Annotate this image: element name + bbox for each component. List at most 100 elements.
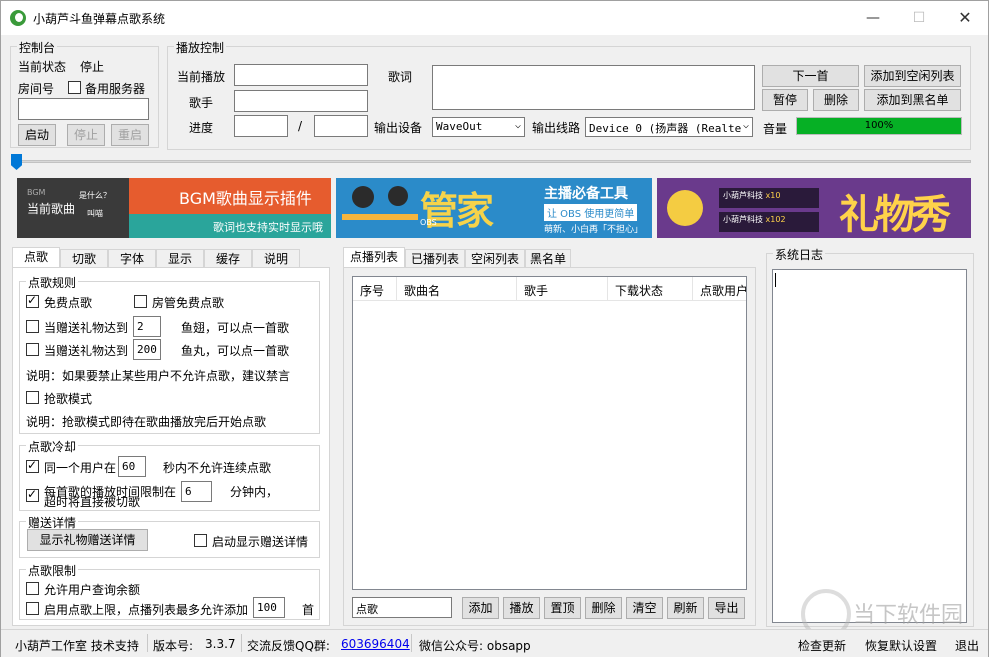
time-limit-input[interactable]: 6 <box>181 481 212 502</box>
tab-request-list[interactable]: 点播列表 <box>343 247 405 269</box>
lyrics-box[interactable] <box>432 65 755 110</box>
grab-mode-label: 抢歌模式 <box>44 392 93 406</box>
show-gift-detail-button[interactable]: 显示礼物赠送详情 <box>27 529 148 551</box>
output-device-select[interactable]: WaveOut ⌵ <box>432 117 525 137</box>
banner-obs-butler[interactable]: 管家 OBS 主播必备工具 让 OBS 使用更简单 萌新、小白再「不担心」 <box>336 178 652 238</box>
progress-current-field[interactable] <box>234 115 288 137</box>
admin-free-label: 房管免费点歌 <box>152 296 225 310</box>
request-cap-label: 启用点歌上限，点播列表最多允许添加 <box>44 603 249 617</box>
tab-request[interactable]: 点歌 <box>12 247 60 269</box>
current-play-field[interactable] <box>234 64 368 86</box>
maximize-button[interactable]: ☐ <box>896 1 942 35</box>
room-id-input[interactable] <box>18 98 149 120</box>
check-update-link[interactable]: 检查更新 <box>798 637 846 654</box>
banner-obs-title: 主播必备工具 <box>544 186 628 202</box>
studio-text: 小葫芦工作室 技术支持 <box>15 639 139 653</box>
free-request-checkbox[interactable] <box>26 293 39 308</box>
banner-gift-show[interactable]: 小葫芦科技 x10 小葫芦科技 x102 礼物秀 <box>657 178 971 238</box>
rules-group-title: 点歌规则 <box>26 274 79 291</box>
banner-bgm-plugin[interactable]: BGM 当前歌曲 是什么？ 叫喵 BGM歌曲显示插件 歌词也支持实时显示哦 <box>17 178 331 238</box>
progress-total-field[interactable] <box>314 115 368 137</box>
tab-cache[interactable]: 缓存 <box>204 249 252 269</box>
banner-gift-card1-count: x10 <box>765 191 781 200</box>
tab-display[interactable]: 显示 <box>156 249 204 269</box>
gift2-checkbox[interactable] <box>26 343 39 356</box>
col-divider <box>516 277 517 301</box>
banner-bgm-left-text: 当前歌曲 <box>27 202 76 216</box>
list-tabs: 点播列表 已播列表 空闲列表 黑名单 <box>343 247 573 269</box>
status-divider <box>147 634 148 652</box>
grab-mode-checkbox[interactable] <box>26 391 39 404</box>
banner-obs-tag: OBS <box>420 218 437 227</box>
request-cap-checkbox[interactable] <box>26 602 39 615</box>
gift1-input[interactable]: 2 <box>133 316 161 337</box>
current-play-label: 当前播放 <box>177 70 226 84</box>
seek-track[interactable] <box>11 160 971 163</box>
gift2-suffix: 鱼丸，可以点一首歌 <box>181 344 290 358</box>
gift2-input[interactable]: 200 <box>133 339 161 360</box>
tab-blacklist[interactable]: 黑名单 <box>525 249 571 269</box>
banner-obs-sub: 让 OBS 使用更简单 <box>544 204 638 221</box>
request-cap-input[interactable]: 100 <box>253 597 285 618</box>
backup-server-label: 备用服务器 <box>85 82 146 96</box>
col-singer[interactable]: 歌手 <box>524 282 548 299</box>
same-user-input[interactable]: 60 <box>118 456 146 477</box>
minimize-button[interactable]: — <box>850 1 896 35</box>
output-device-value: WaveOut <box>436 120 483 133</box>
list-add-button[interactable]: 添加 <box>462 597 499 619</box>
admin-free-checkbox[interactable] <box>134 295 147 308</box>
request-song-input[interactable]: 点歌 <box>352 597 452 618</box>
status-value: 停止 <box>80 60 105 74</box>
singer-field[interactable] <box>234 90 368 112</box>
tab-skip[interactable]: 切歌 <box>60 249 108 269</box>
time-limit-label-2: 超时将直接被切歌 <box>44 495 141 509</box>
list-delete-button[interactable]: 删除 <box>585 597 622 619</box>
playback-group-title: 播放控制 <box>174 39 227 56</box>
room-label: 房间号 <box>18 82 55 96</box>
next-song-button[interactable]: 下一首 <box>762 65 859 87</box>
wechat-text: 微信公众号: obsapp <box>419 639 531 653</box>
list-play-button[interactable]: 播放 <box>503 597 540 619</box>
col-song[interactable]: 歌曲名 <box>404 282 440 299</box>
tab-font[interactable]: 字体 <box>108 249 156 269</box>
seek-thumb[interactable] <box>11 154 22 170</box>
delete-song-button[interactable]: 删除 <box>813 89 859 111</box>
list-refresh-button[interactable]: 刷新 <box>667 597 704 619</box>
main-window: 小葫芦斗鱼弹幕点歌系统 — ☐ ✕ 控制台 当前状态 停止 房间号 备用服务器 … <box>0 0 989 657</box>
limit-group-title: 点歌限制 <box>26 562 79 579</box>
list-export-button[interactable]: 导出 <box>708 597 745 619</box>
col-divider <box>607 277 608 301</box>
window-title: 小葫芦斗鱼弹幕点歌系统 <box>33 12 166 26</box>
qq-group-link[interactable]: 603696404 <box>341 637 410 651</box>
tab-idle-list[interactable]: 空闲列表 <box>465 249 525 269</box>
add-to-blacklist-button[interactable]: 添加到黑名单 <box>864 89 961 111</box>
gift1-checkbox[interactable] <box>26 320 39 333</box>
restore-defaults-link[interactable]: 恢复默认设置 <box>865 637 937 654</box>
banner-obs-sub2: 萌新、小白再「不担心」 <box>544 225 644 235</box>
restart-button[interactable]: 重启 <box>111 124 149 146</box>
start-button[interactable]: 启动 <box>18 124 56 146</box>
exit-link[interactable]: 退出 <box>955 637 979 654</box>
tab-played-list[interactable]: 已播列表 <box>405 249 465 269</box>
startup-show-checkbox[interactable] <box>194 534 207 547</box>
list-clear-button[interactable]: 清空 <box>626 597 663 619</box>
same-user-checkbox[interactable] <box>26 458 39 473</box>
tab-help[interactable]: 说明 <box>252 249 300 269</box>
volume-bar[interactable]: 100% <box>796 117 962 135</box>
close-button[interactable]: ✕ <box>942 1 988 35</box>
pause-button[interactable]: 暂停 <box>762 89 808 111</box>
col-download[interactable]: 下载状态 <box>615 282 663 299</box>
output-line-select[interactable]: Device 0 (扬声器 (Realte ⌵ <box>585 117 753 137</box>
col-user[interactable]: 点歌用户 <box>700 282 746 299</box>
query-balance-checkbox[interactable] <box>26 582 39 595</box>
col-index[interactable]: 序号 <box>360 282 384 299</box>
request-list-table[interactable]: 序号 歌曲名 歌手 下载状态 点歌用户 <box>352 276 747 590</box>
add-to-idle-button[interactable]: 添加到空闲列表 <box>864 65 961 87</box>
time-limit-checkbox[interactable] <box>26 487 39 502</box>
control-group-title: 控制台 <box>17 39 58 56</box>
backup-server-checkbox[interactable] <box>68 81 81 94</box>
list-top-button[interactable]: 置顶 <box>544 597 581 619</box>
status-divider <box>411 634 412 652</box>
stop-button[interactable]: 停止 <box>67 124 105 146</box>
syslog-textarea[interactable] <box>772 269 967 623</box>
